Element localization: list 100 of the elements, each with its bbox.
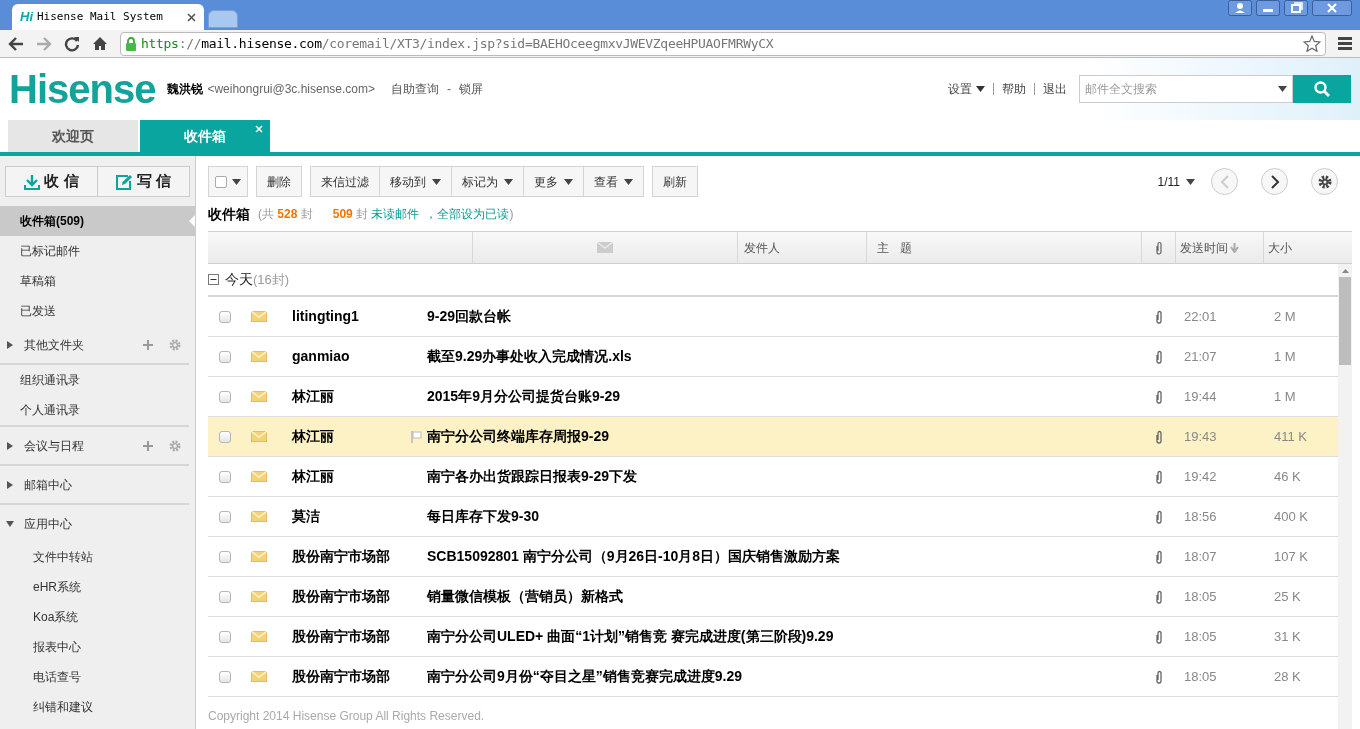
sender-text: 股份南宁市场部 (292, 588, 390, 604)
next-button[interactable] (1261, 168, 1288, 195)
folder-item[interactable]: 已发送 (0, 296, 189, 326)
subject-text[interactable]: SCB15092801 南宁分公司（9月26日-10月8日）国庆销售激励方案 (427, 548, 841, 564)
checkbox[interactable] (219, 310, 231, 323)
column-header[interactable]: 大小 (1268, 238, 1292, 257)
subject-text[interactable]: 2015年9月分公司提货台账9-29 (427, 388, 620, 404)
column-header[interactable]: 发送时间 (1180, 238, 1228, 257)
page-selector[interactable]: 1/11 (1157, 172, 1195, 191)
restore-icon[interactable] (1284, 0, 1308, 16)
home-icon[interactable] (92, 36, 108, 51)
checkbox[interactable] (219, 390, 231, 403)
folder-item[interactable]: 已标记邮件 (0, 236, 189, 266)
scrollbar-thumb[interactable] (1339, 277, 1351, 365)
folder-item[interactable]: 组织通讯录 (0, 365, 189, 395)
select-all-dropdown[interactable] (208, 166, 248, 197)
add-icon[interactable] (143, 339, 153, 350)
tab[interactable]: 欢迎页 (8, 120, 138, 152)
folder-group[interactable]: 邮箱中心 (24, 475, 181, 494)
folder-item[interactable]: 收件箱(509) (0, 206, 195, 236)
app-item[interactable]: 文件中转站 (0, 542, 195, 572)
reload-icon[interactable] (64, 35, 80, 52)
unread-link[interactable]: 未读邮件 (371, 205, 420, 223)
flag-icon[interactable] (410, 430, 422, 443)
subject-text[interactable]: 9-29回款台帐 (427, 308, 512, 324)
menu-icon[interactable] (1338, 37, 1352, 50)
checkbox[interactable] (219, 550, 231, 563)
close-icon[interactable] (1312, 0, 1352, 16)
column-header[interactable]: 发件人 (744, 238, 780, 257)
settings-menu[interactable]: 设置 (948, 80, 985, 98)
menu-button[interactable]: 标记为 (451, 167, 523, 196)
app-item[interactable]: 纠错和建议 (0, 692, 195, 722)
menu-button[interactable]: 查看 (583, 167, 643, 196)
scrollbar[interactable] (1338, 264, 1352, 729)
menu-button[interactable]: 移动到 (379, 167, 451, 196)
envelope-icon (251, 591, 267, 602)
subject-text[interactable]: 截至9.29办事处收入完成情况.xls (427, 348, 632, 364)
checkbox[interactable] (219, 430, 231, 443)
minimize-icon[interactable] (1256, 0, 1280, 16)
menu-button[interactable]: 更多 (523, 167, 583, 196)
profile-icon[interactable] (1228, 0, 1252, 16)
search-field[interactable]: 邮件全文搜索 (1079, 75, 1293, 103)
envelope-icon (597, 242, 613, 253)
column-header[interactable]: 主 题 (877, 238, 917, 257)
folder-item[interactable]: 个人通讯录 (0, 395, 189, 425)
browser-tab[interactable]: Hi Hisense Mail System (12, 4, 204, 30)
header-link[interactable]: 锁屏 (459, 80, 484, 98)
checkbox[interactable] (219, 670, 231, 683)
gear-icon[interactable] (169, 439, 181, 452)
subject-text[interactable]: 南宁各办出货跟踪日报表9-29下发 (427, 468, 638, 484)
header-link[interactable]: 帮助 (1002, 80, 1026, 98)
checkbox[interactable] (219, 630, 231, 643)
subject-text[interactable]: 南宁分公司9月份“夺目之星”销售竞赛完成进度9.29 (427, 668, 743, 684)
back-icon[interactable] (8, 36, 24, 51)
subject-text[interactable]: 南宁分公司ULED+ 曲面“1计划”销售竞 赛完成进度(第三阶段)9.29 (427, 628, 834, 644)
folder-group[interactable]: 其他文件夹 (24, 335, 133, 354)
collapse-icon[interactable] (208, 274, 219, 285)
checkbox[interactable] (215, 175, 227, 188)
folder-group[interactable]: 应用中心 (24, 514, 187, 533)
sender-text: 林江丽 (292, 388, 334, 404)
mark-all-read-link[interactable]: ，全部设为已读 (425, 205, 510, 223)
close-icon[interactable] (187, 12, 196, 22)
checkbox[interactable] (219, 510, 231, 523)
header-link[interactable]: 自助查询 (391, 80, 440, 98)
folder-group[interactable]: 会议与日程 (24, 436, 133, 455)
subject-text[interactable]: 南宁分公司终端库存周报9-29 (427, 428, 610, 444)
paperclip-icon (1155, 349, 1163, 364)
checkbox[interactable] (219, 350, 231, 363)
subject-text[interactable]: 每日库存下发9-30 (427, 508, 540, 524)
toolbar-button[interactable]: 来信过滤 (311, 167, 379, 196)
new-tab-button[interactable] (208, 10, 238, 28)
folder-item[interactable]: 草稿箱 (0, 266, 189, 296)
header-link[interactable]: 退出 (1043, 80, 1067, 98)
subject-text[interactable]: 销量微信模板（营销员）新格式 (427, 588, 623, 604)
toolbar-button[interactable]: 刷新 (653, 167, 697, 196)
search-button[interactable] (1293, 75, 1351, 103)
expand-icon[interactable] (6, 480, 14, 489)
forward-icon[interactable] (36, 36, 52, 51)
app-item[interactable]: eHR系统 (0, 572, 195, 602)
add-icon[interactable] (143, 440, 153, 451)
app-item[interactable]: Koa系统 (0, 602, 195, 632)
envelope-icon (251, 631, 267, 642)
compose-button[interactable]: 写 信 (97, 167, 189, 196)
app-item[interactable]: 电话查号 (0, 662, 195, 692)
expand-icon[interactable] (6, 441, 14, 450)
toolbar-button[interactable]: 删除 (257, 167, 301, 196)
gear-icon[interactable] (169, 338, 181, 351)
checkbox[interactable] (219, 590, 231, 603)
time-text: 18:56 (1184, 509, 1217, 524)
sender-text: 莫洁 (292, 508, 320, 524)
address-field[interactable]: https://mail.hisense.com/coremail/XT3/index.jsp?sid=BAEHOceegmxvJWEVZqeeHPUAOFMRWyCX (120, 31, 1326, 56)
mail-row[interactable]: 林江丽 南宁分公司终端库存周报9-29 19:43 411 K (208, 417, 1338, 457)
expand-icon[interactable] (6, 340, 14, 349)
checkbox[interactable] (219, 470, 231, 483)
star-icon[interactable] (1303, 35, 1321, 52)
app-item[interactable]: 报表中心 (0, 632, 195, 662)
bracket-text: ) (509, 206, 514, 223)
settings-button[interactable] (1311, 168, 1338, 195)
collapse-icon[interactable] (6, 519, 14, 528)
receive-button[interactable]: 收 信 (6, 167, 97, 196)
